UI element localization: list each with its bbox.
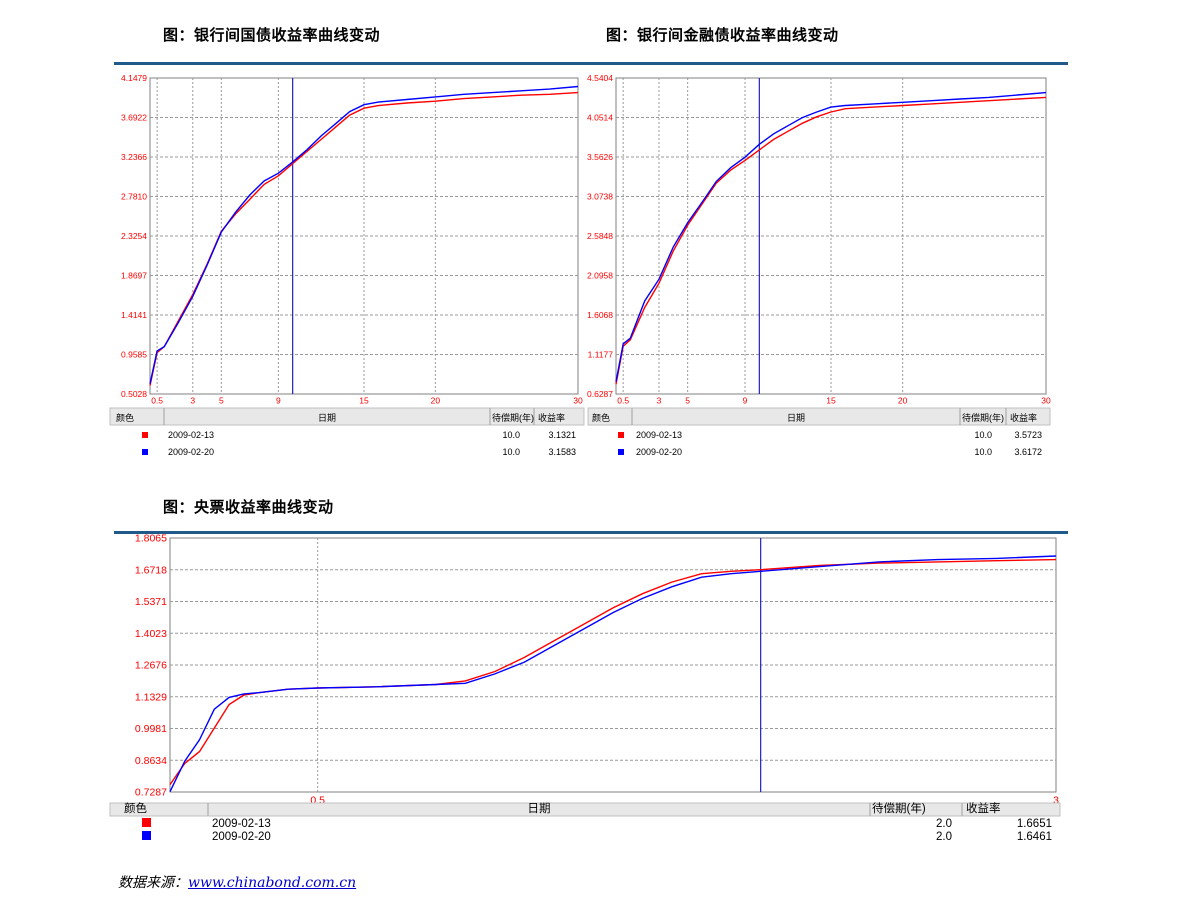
table-header-cell: 颜色 [116, 412, 134, 423]
table-maturity: 2.0 [936, 831, 952, 843]
y-tick-label: 0.5028 [121, 389, 147, 399]
y-tick-label: 1.6068 [587, 310, 613, 320]
y-tick-label: 1.5371 [135, 596, 167, 608]
table-header-cell: 日期 [528, 802, 551, 815]
y-tick-label: 3.6922 [121, 112, 147, 122]
table-color-swatch [142, 449, 148, 455]
table-header-cell: 待偿期(年) [872, 801, 926, 815]
y-tick-label: 2.0958 [587, 270, 613, 280]
y-tick-label: 2.3254 [121, 231, 147, 241]
x-tick-label: 15 [826, 396, 836, 406]
data-source: 数据来源：www.chinabond.com.cn [118, 872, 356, 892]
table-date: 2009-02-13 [636, 430, 682, 440]
x-tick-label: 15 [359, 396, 369, 406]
table-yield: 3.5723 [1014, 430, 1042, 440]
x-tick-label: 9 [276, 396, 281, 406]
table-yield: 3.1321 [548, 430, 576, 440]
table-header-cell: 日期 [787, 413, 805, 423]
table-maturity: 2.0 [936, 818, 952, 830]
x-tick-label: 9 [743, 396, 748, 406]
table-yield: 1.6651 [1017, 818, 1052, 830]
table-header-cell: 待偿期(年) [962, 412, 1004, 423]
top-divider [114, 62, 1068, 65]
chart-3-heading: 图：央票收益率曲线变动 [163, 498, 334, 516]
y-tick-label: 1.2676 [135, 660, 167, 672]
table-yield: 1.6461 [1017, 831, 1052, 843]
x-tick-label: 0.5 [151, 396, 163, 406]
table-header-cell: 颜色 [592, 412, 610, 423]
y-tick-label: 0.9585 [121, 349, 147, 359]
table-header-cell: 日期 [318, 413, 336, 423]
table-maturity: 10.0 [974, 430, 992, 440]
table-maturity: 10.0 [502, 447, 520, 457]
y-tick-label: 0.8634 [135, 755, 167, 767]
y-tick-label: 0.9981 [135, 723, 167, 735]
x-tick-label: 30 [573, 396, 583, 406]
table-color-swatch [142, 831, 151, 840]
chart-1-govt-bond-yield: 0.5028 0.9585 1.4141 1.8697 2.3254 2.7810 3.23… [109, 73, 585, 457]
table-yield: 3.1583 [548, 447, 576, 457]
y-tick-label: 2.5848 [587, 231, 613, 241]
x-tick-label: 5 [219, 396, 224, 406]
table-header-cell: 收益率 [966, 801, 1001, 815]
y-tick-label: 1.8697 [121, 270, 147, 280]
y-tick-label: 0.7287 [135, 787, 167, 799]
source-link[interactable]: www.chinabond.com.cn [188, 875, 356, 891]
table-color-swatch [142, 432, 148, 438]
y-tick-label: 4.0514 [587, 112, 613, 122]
table-header-cell: 收益率 [538, 412, 565, 423]
table-date: 2009-02-20 [168, 447, 214, 457]
table-yield: 3.6172 [1014, 447, 1042, 457]
table-header-cell: 收益率 [1010, 412, 1037, 423]
y-tick-label: 0.6287 [587, 389, 613, 399]
y-tick-label: 3.5626 [587, 152, 613, 162]
table-header-cell: 待偿期(年) [492, 412, 534, 423]
chart-2-financial-bond-yield: 0.6287 1.1177 1.6068 2.0958 2.5848 3.0738 3.56… [587, 73, 1051, 457]
x-tick-label: 20 [431, 396, 441, 406]
table-color-swatch [618, 432, 624, 438]
table-color-swatch [618, 449, 624, 455]
table-color-swatch [142, 818, 151, 827]
x-tick-label: 3 [657, 396, 662, 406]
table-date: 2009-02-20 [636, 447, 682, 457]
table-maturity: 10.0 [974, 447, 992, 457]
x-tick-label: 3 [190, 396, 195, 406]
y-tick-label: 4.5404 [587, 73, 613, 83]
table-date: 2009-02-20 [212, 831, 271, 843]
table-date: 2009-02-13 [212, 818, 271, 830]
y-tick-label: 3.0738 [587, 191, 613, 201]
chart-3-central-bill-yield: 0.7287 0.8634 0.9981 1.1329 1.2676 1.4023 1.53… [109, 533, 1061, 843]
table-date: 2009-02-13 [168, 430, 214, 440]
source-label: 数据来源： [118, 875, 188, 891]
x-tick-label: 30 [1041, 396, 1051, 406]
y-tick-label: 4.1479 [121, 73, 147, 83]
table-header-cell: 颜色 [124, 801, 147, 815]
y-tick-label: 1.1329 [135, 691, 167, 703]
y-tick-label: 1.6718 [135, 564, 167, 576]
x-tick-label: 0.5 [617, 396, 629, 406]
chart-2-heading: 图：银行间金融债收益率曲线变动 [606, 26, 839, 44]
y-tick-label: 2.7810 [121, 191, 147, 201]
table-maturity: 10.0 [502, 430, 520, 440]
y-tick-label: 1.4141 [121, 310, 147, 320]
y-tick-label: 1.8065 [135, 533, 167, 545]
x-tick-label: 20 [898, 396, 908, 406]
y-tick-label: 1.4023 [135, 628, 167, 640]
x-tick-label: 5 [685, 396, 690, 406]
y-tick-label: 1.1177 [588, 349, 614, 359]
y-tick-label: 3.2366 [121, 152, 147, 162]
chart-1-heading: 图：银行间国债收益率曲线变动 [163, 26, 381, 44]
